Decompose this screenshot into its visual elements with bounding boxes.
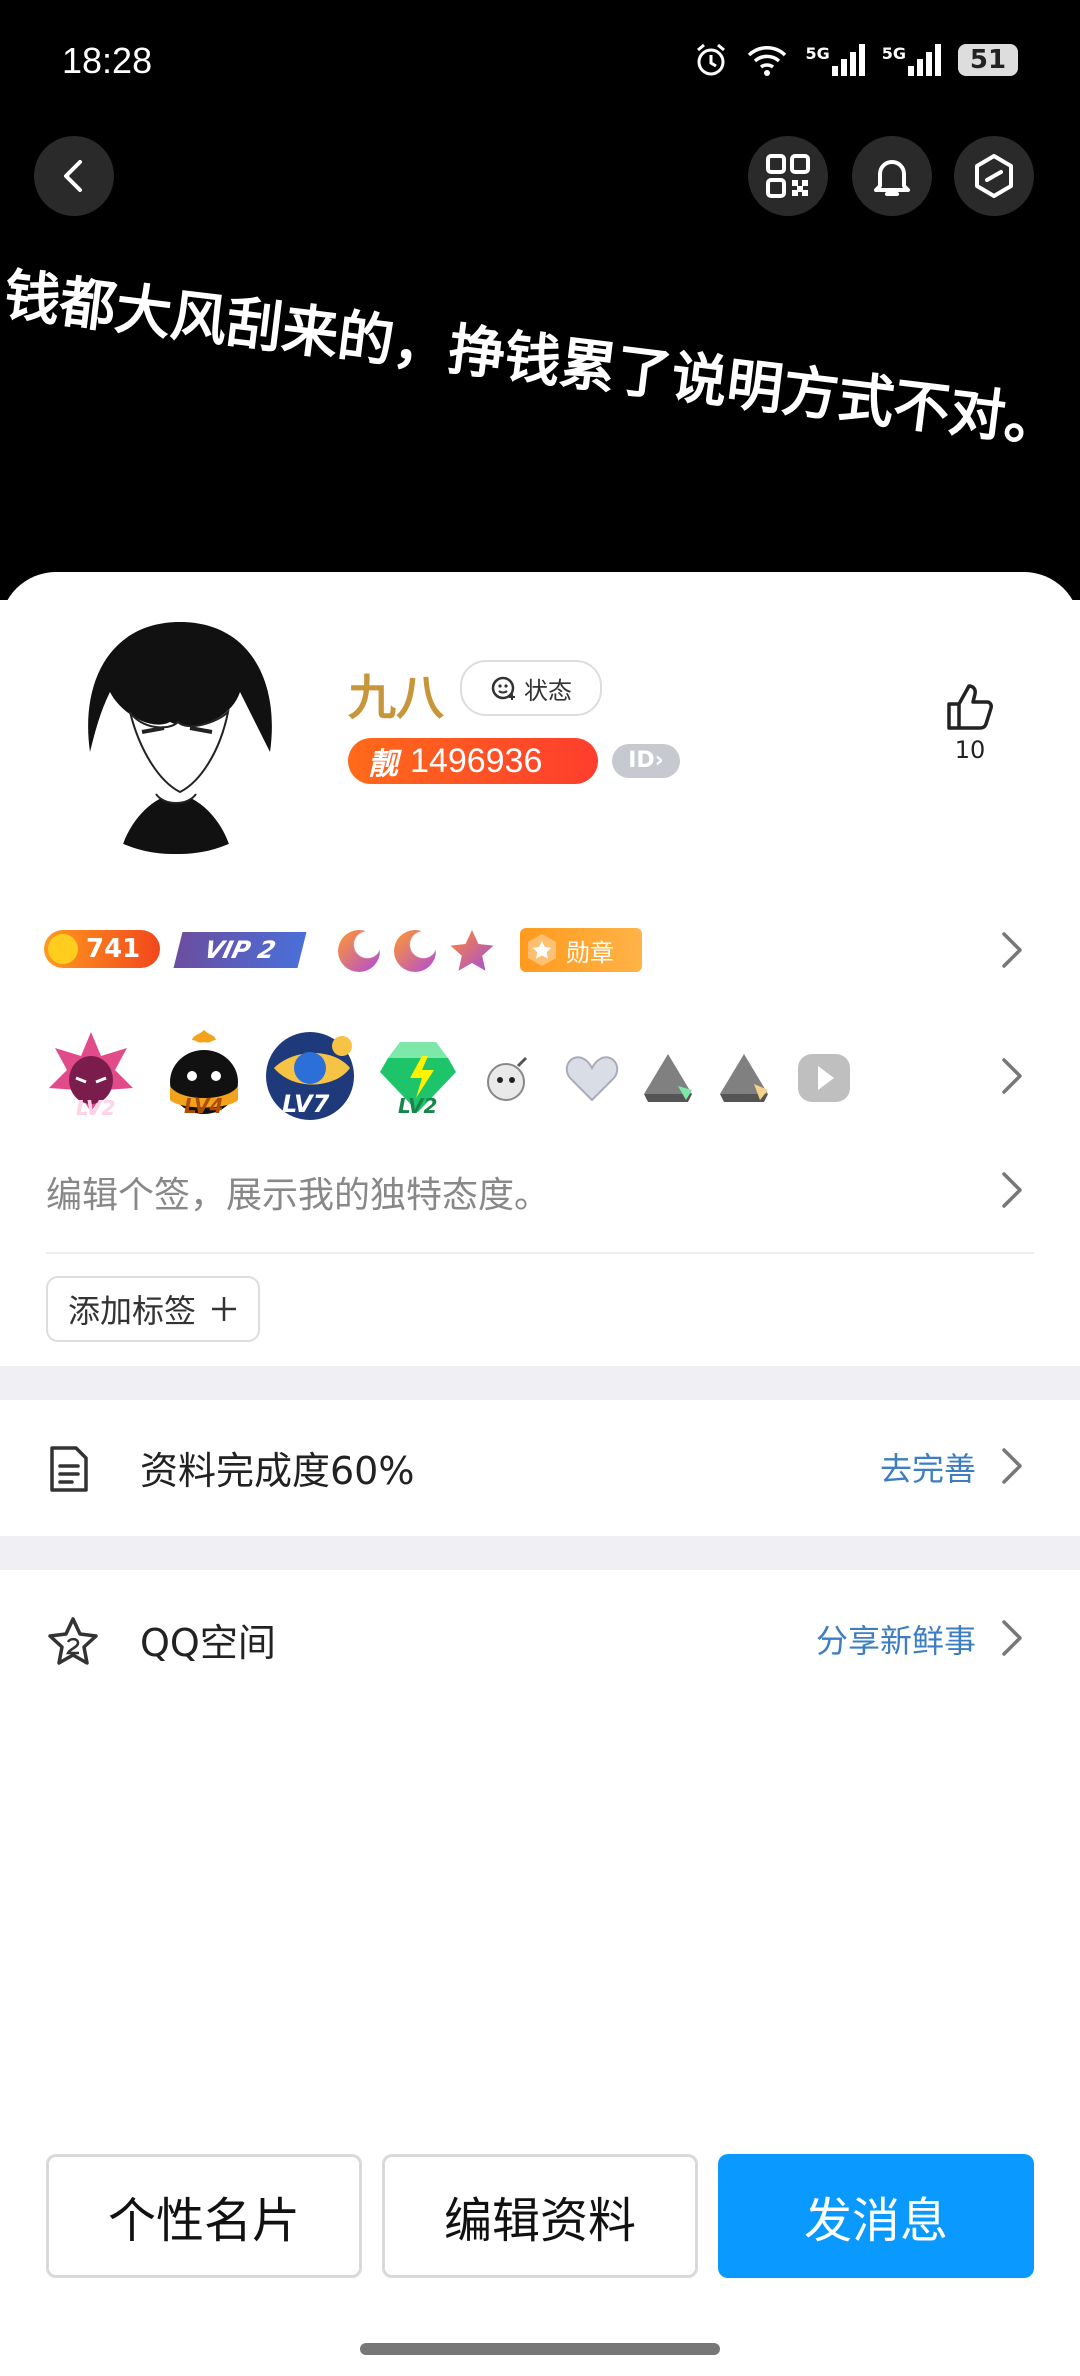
qzone-label: QQ空间: [140, 1621, 276, 1665]
thumbs-up-icon: [947, 684, 993, 730]
hat-icon: [720, 1054, 768, 1102]
profile-name: 九八: [348, 670, 445, 726]
avatar-illustration: [50, 602, 302, 854]
alarm-icon: [697, 43, 726, 76]
wifi-icon: [748, 46, 787, 76]
badge-row-vip[interactable]: 741 VIP 2 勋章: [44, 922, 644, 978]
level-icon-2: LV4: [164, 1028, 244, 1128]
coin-badge: 741: [44, 930, 160, 968]
settings-button[interactable]: [954, 136, 1034, 216]
level-icon-1: LV2: [46, 1028, 136, 1128]
bell-icon: [874, 160, 910, 196]
avatar[interactable]: [46, 598, 306, 858]
document-icon: [50, 1446, 88, 1492]
status-bar: 18:28 5G 5G 51: [62, 40, 1018, 88]
section-gap: [0, 1366, 1080, 1400]
network-label-2: 5G: [881, 44, 906, 63]
send-message-button[interactable]: 发消息: [718, 2154, 1034, 2278]
icon-row-chevron-icon[interactable]: [1000, 1056, 1024, 1096]
signal-1-icon: 5G: [805, 44, 865, 76]
signature-banner: 钱都大风刮来的，挣钱累了说明方式不对。: [0, 262, 1065, 458]
level-label-4: LV2: [398, 1094, 438, 1118]
chevron-right-icon: [1002, 1620, 1022, 1656]
qzone-row[interactable]: QQ空间 分享新鲜事: [0, 1572, 1080, 1708]
like-count: 10: [954, 736, 986, 764]
chevron-left-icon: [64, 160, 82, 192]
star-icon: [450, 930, 494, 971]
network-label-1: 5G: [805, 44, 830, 63]
level-label-2: LV4: [184, 1094, 224, 1118]
profile-header-background: 18:28 5G 5G 51 钱都大风刮来的，挣钱累了说明方式不对。: [0, 0, 1080, 600]
qq-number: 1496936: [410, 741, 543, 780]
status-label: 状态: [524, 676, 572, 705]
status-button[interactable]: 状态: [460, 660, 602, 716]
level-icon-3: LV7: [260, 1028, 360, 1128]
profile-completion-action[interactable]: 去完善: [880, 1444, 976, 1490]
status-icons: 5G 5G 51: [693, 42, 1018, 78]
badge-row-levels[interactable]: LV2 LV4 LV7 LV2: [46, 1028, 866, 1124]
profile-completion-label: 资料完成度60%: [140, 1449, 415, 1493]
play-icon: [798, 1054, 850, 1102]
smiley-plus-icon: [491, 676, 515, 700]
qzone-star-icon: [48, 1617, 98, 1665]
heart-icon: [565, 1056, 619, 1102]
bomb-icon: [487, 1056, 528, 1101]
hat-icon: [644, 1054, 692, 1102]
id-badge[interactable]: ID›: [612, 744, 680, 778]
signal-2-icon: 5G: [882, 44, 942, 76]
medal-star-icon: [528, 934, 556, 966]
home-indicator[interactable]: [360, 2343, 720, 2355]
signature-placeholder[interactable]: 编辑个签，展示我的独特态度。: [46, 1166, 550, 1218]
id-label: ID: [628, 748, 655, 773]
back-button[interactable]: [34, 136, 114, 216]
plus-icon: [212, 1297, 236, 1321]
level-icon-4: LV2: [376, 1028, 460, 1128]
level-label-1: LV2: [76, 1096, 116, 1120]
coin-value: 741: [86, 934, 141, 964]
badge-row-chevron-icon[interactable]: [1000, 930, 1024, 970]
personal-card-button[interactable]: 个性名片: [46, 2154, 362, 2278]
level-label-3: LV7: [282, 1090, 330, 1118]
vip-badge: VIP 2: [173, 932, 307, 968]
like-button[interactable]: 10: [938, 680, 1002, 764]
battery-icon: 51: [958, 44, 1018, 76]
signature-chevron-icon[interactable]: [1000, 1170, 1024, 1210]
vip-label: VIP 2: [201, 936, 279, 964]
hexagon-settings-icon: [975, 154, 1013, 198]
divider: [46, 1252, 1034, 1254]
moon-icon: [338, 930, 380, 972]
add-tag-label: 添加标签: [67, 1292, 196, 1330]
qr-code-icon: [766, 154, 810, 198]
profile-completion-row[interactable]: 资料完成度60% 去完善: [0, 1400, 1080, 1536]
moon-icon: [394, 930, 436, 972]
chevron-right-icon: [1002, 1448, 1022, 1484]
edit-profile-button[interactable]: 编辑资料: [382, 2154, 698, 2278]
qzone-action[interactable]: 分享新鲜事: [816, 1616, 976, 1662]
status-time: 18:28: [62, 40, 153, 81]
qr-code-button[interactable]: [748, 136, 828, 216]
coin-icon: [48, 934, 78, 964]
notification-button[interactable]: [852, 136, 932, 216]
qq-number-badge[interactable]: 靓 1496936: [348, 738, 598, 784]
section-gap: [0, 1536, 1080, 1570]
medal-badge: 勋章: [520, 928, 642, 972]
add-tag-button[interactable]: 添加标签: [46, 1276, 260, 1342]
medal-label: 勋章: [566, 938, 614, 967]
liang-label: 靓: [368, 747, 398, 782]
